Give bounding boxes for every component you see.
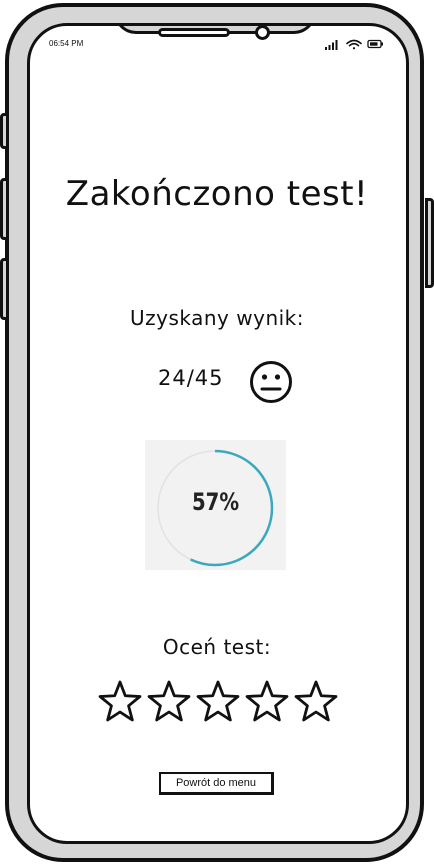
wifi-icon [346,39,362,50]
rate-label: Oceń test: [162,635,272,659]
status-time: 06:54 PM [49,39,84,48]
phone-silent-switch [0,113,9,149]
neutral-face-icon [250,361,292,403]
camera-icon [255,25,270,40]
back-to-menu-button[interactable]: Powrót do menu [159,772,274,795]
progress-percent: 57% [191,488,240,516]
star-icon[interactable] [195,678,241,724]
star-icon[interactable] [244,678,290,724]
status-icons [325,39,383,50]
score-value: 24/45 [158,366,224,390]
star-icon[interactable] [293,678,339,724]
battery-icon [367,39,383,49]
speaker-icon [158,28,230,37]
score-label: Uzyskany wynik: [130,306,304,330]
star-icon[interactable] [97,678,143,724]
signal-icon [325,40,338,50]
star-icon[interactable] [146,678,192,724]
rating-stars [97,678,339,724]
progress-ring: 57% [145,440,286,570]
page-title: Zakończono test! [65,174,369,214]
